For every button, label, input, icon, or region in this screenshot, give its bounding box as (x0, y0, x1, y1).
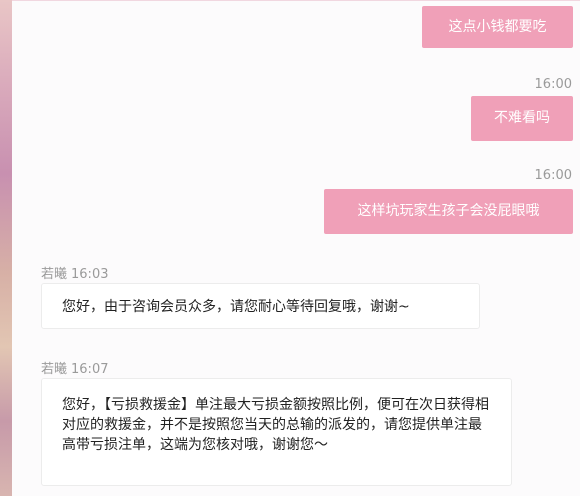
top-divider (12, 0, 580, 1)
outgoing-message-bubble[interactable]: 这点小钱都要吃 (422, 6, 573, 48)
background-strip (0, 0, 12, 496)
message-text: 不难看吗 (494, 110, 550, 126)
sender-line: 若曦 16:07 (41, 358, 108, 377)
message-text: 这样坑玩家生孩子会没屁眼哦 (357, 203, 540, 219)
sender-line: 若曦 16:03 (41, 263, 108, 282)
message-text: 您好，由于咨询会员众多，请您耐心等待回复哦，谢谢~ (62, 299, 410, 315)
message-timestamp: 16:00 (534, 77, 572, 92)
incoming-message-bubble[interactable]: 您好，由于咨询会员众多，请您耐心等待回复哦，谢谢~ (41, 283, 480, 329)
incoming-message-bubble[interactable]: 您好，【亏损救援金】单注最大亏损金额按照比例，便可在次日获得相对应的救援金，并不… (41, 378, 512, 486)
message-text: 您好，【亏损救援金】单注最大亏损金额按照比例，便可在次日获得相对应的救援金，并不… (62, 397, 489, 453)
outgoing-message-bubble[interactable]: 不难看吗 (471, 96, 573, 141)
sender-name: 若曦 (41, 267, 68, 282)
message-time: 16:07 (71, 362, 109, 377)
message-timestamp: 16:00 (534, 168, 572, 183)
message-text: 这点小钱都要吃 (448, 19, 547, 35)
message-time: 16:03 (71, 267, 109, 282)
sender-name: 若曦 (41, 362, 68, 377)
outgoing-message-bubble[interactable]: 这样坑玩家生孩子会没屁眼哦 (324, 189, 573, 234)
